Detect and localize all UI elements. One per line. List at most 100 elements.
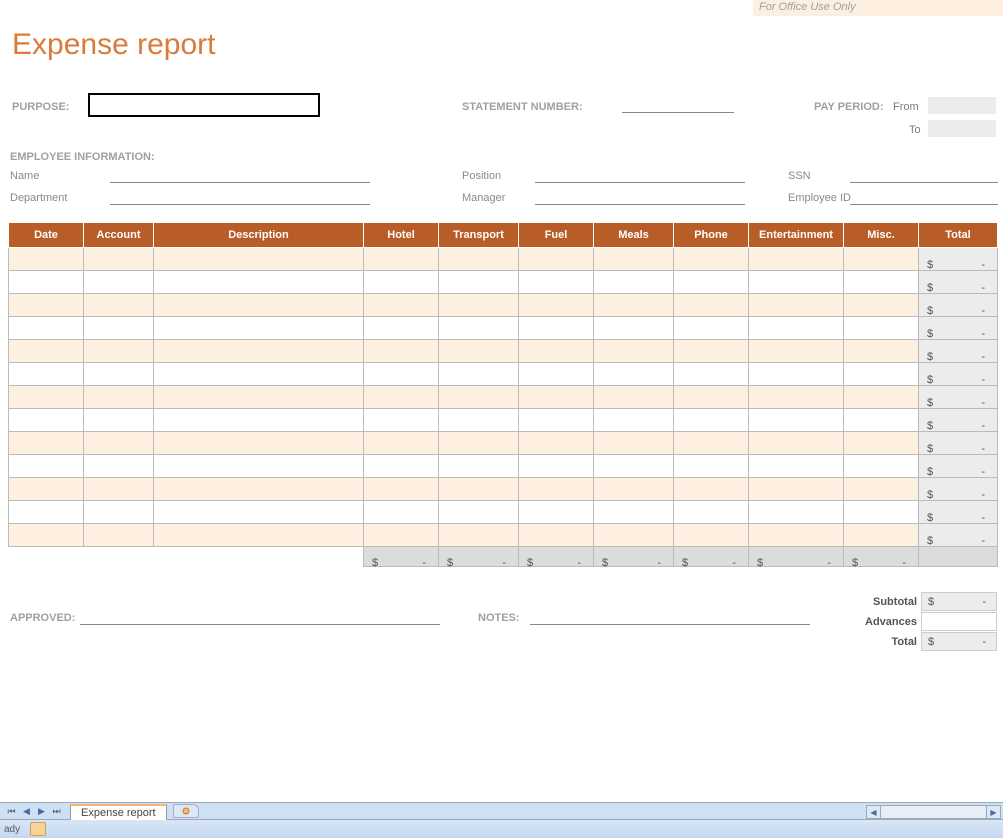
- cell-fuel[interactable]: [519, 340, 594, 363]
- cell-entertainment[interactable]: [749, 248, 844, 271]
- cell-date[interactable]: [9, 363, 84, 386]
- cell-date[interactable]: [9, 317, 84, 340]
- cell-hotel[interactable]: [364, 455, 439, 478]
- cell-fuel[interactable]: [519, 524, 594, 547]
- cell-account[interactable]: [84, 363, 154, 386]
- cell-date[interactable]: [9, 478, 84, 501]
- cell-phone[interactable]: [674, 478, 749, 501]
- cell-account[interactable]: [84, 478, 154, 501]
- cell-description[interactable]: [154, 363, 364, 386]
- cell-description[interactable]: [154, 501, 364, 524]
- cell-transport[interactable]: [439, 386, 519, 409]
- cell-hotel[interactable]: [364, 340, 439, 363]
- cell-date[interactable]: [9, 248, 84, 271]
- cell-hotel[interactable]: [364, 478, 439, 501]
- cell-fuel[interactable]: [519, 271, 594, 294]
- last-tab-button[interactable]: ⏭: [49, 804, 64, 818]
- cell-hotel[interactable]: [364, 317, 439, 340]
- advances-input[interactable]: [921, 612, 997, 631]
- cell-fuel[interactable]: [519, 409, 594, 432]
- cell-entertainment[interactable]: [749, 524, 844, 547]
- cell-hotel[interactable]: [364, 248, 439, 271]
- cell-date[interactable]: [9, 432, 84, 455]
- scroll-right-button[interactable]: ▶: [986, 806, 1000, 818]
- horizontal-scrollbar[interactable]: ◀ ▶: [866, 805, 1001, 819]
- cell-phone[interactable]: [674, 455, 749, 478]
- cell-misc[interactable]: [844, 455, 919, 478]
- cell-date[interactable]: [9, 501, 84, 524]
- cell-hotel[interactable]: [364, 294, 439, 317]
- cell-entertainment[interactable]: [749, 317, 844, 340]
- cell-meals[interactable]: [594, 340, 674, 363]
- cell-description[interactable]: [154, 248, 364, 271]
- cell-meals[interactable]: [594, 432, 674, 455]
- cell-account[interactable]: [84, 432, 154, 455]
- cell-account[interactable]: [84, 340, 154, 363]
- cell-transport[interactable]: [439, 317, 519, 340]
- manager-input[interactable]: [535, 204, 745, 205]
- cell-description[interactable]: [154, 294, 364, 317]
- cell-entertainment[interactable]: [749, 501, 844, 524]
- scroll-left-button[interactable]: ◀: [867, 806, 881, 818]
- cell-transport[interactable]: [439, 455, 519, 478]
- cell-hotel[interactable]: [364, 271, 439, 294]
- cell-description[interactable]: [154, 455, 364, 478]
- cell-transport[interactable]: [439, 432, 519, 455]
- cell-phone[interactable]: [674, 271, 749, 294]
- cell-description[interactable]: [154, 386, 364, 409]
- cell-meals[interactable]: [594, 386, 674, 409]
- cell-misc[interactable]: [844, 478, 919, 501]
- employee-id-input[interactable]: [850, 204, 998, 205]
- position-input[interactable]: [535, 182, 745, 183]
- cell-misc[interactable]: [844, 271, 919, 294]
- cell-phone[interactable]: [674, 248, 749, 271]
- from-date-input[interactable]: [928, 97, 996, 114]
- cell-phone[interactable]: [674, 340, 749, 363]
- cell-fuel[interactable]: [519, 294, 594, 317]
- cell-phone[interactable]: [674, 524, 749, 547]
- new-sheet-button[interactable]: [173, 804, 199, 818]
- cell-meals[interactable]: [594, 363, 674, 386]
- statement-number-input[interactable]: [622, 112, 734, 113]
- cell-phone[interactable]: [674, 363, 749, 386]
- cell-account[interactable]: [84, 386, 154, 409]
- cell-fuel[interactable]: [519, 248, 594, 271]
- cell-fuel[interactable]: [519, 386, 594, 409]
- cell-fuel[interactable]: [519, 455, 594, 478]
- cell-hotel[interactable]: [364, 501, 439, 524]
- cell-entertainment[interactable]: [749, 455, 844, 478]
- cell-phone[interactable]: [674, 409, 749, 432]
- cell-date[interactable]: [9, 386, 84, 409]
- cell-account[interactable]: [84, 294, 154, 317]
- cell-date[interactable]: [9, 294, 84, 317]
- prev-tab-button[interactable]: ◀: [19, 804, 34, 818]
- cell-transport[interactable]: [439, 524, 519, 547]
- cell-fuel[interactable]: [519, 363, 594, 386]
- cell-hotel[interactable]: [364, 363, 439, 386]
- department-input[interactable]: [110, 204, 370, 205]
- cell-account[interactable]: [84, 501, 154, 524]
- cell-account[interactable]: [84, 248, 154, 271]
- cell-description[interactable]: [154, 409, 364, 432]
- cell-date[interactable]: [9, 340, 84, 363]
- sheet-tab-expense-report[interactable]: Expense report: [70, 804, 167, 820]
- cell-meals[interactable]: [594, 409, 674, 432]
- cell-meals[interactable]: [594, 317, 674, 340]
- cell-account[interactable]: [84, 317, 154, 340]
- notes-input[interactable]: [530, 624, 810, 625]
- approved-input[interactable]: [80, 624, 440, 625]
- cell-transport[interactable]: [439, 501, 519, 524]
- cell-transport[interactable]: [439, 248, 519, 271]
- cell-misc[interactable]: [844, 432, 919, 455]
- cell-phone[interactable]: [674, 317, 749, 340]
- name-input[interactable]: [110, 182, 370, 183]
- cell-description[interactable]: [154, 317, 364, 340]
- next-tab-button[interactable]: ▶: [34, 804, 49, 818]
- cell-transport[interactable]: [439, 271, 519, 294]
- cell-fuel[interactable]: [519, 478, 594, 501]
- cell-fuel[interactable]: [519, 432, 594, 455]
- cell-account[interactable]: [84, 524, 154, 547]
- cell-meals[interactable]: [594, 501, 674, 524]
- cell-hotel[interactable]: [364, 432, 439, 455]
- cell-entertainment[interactable]: [749, 363, 844, 386]
